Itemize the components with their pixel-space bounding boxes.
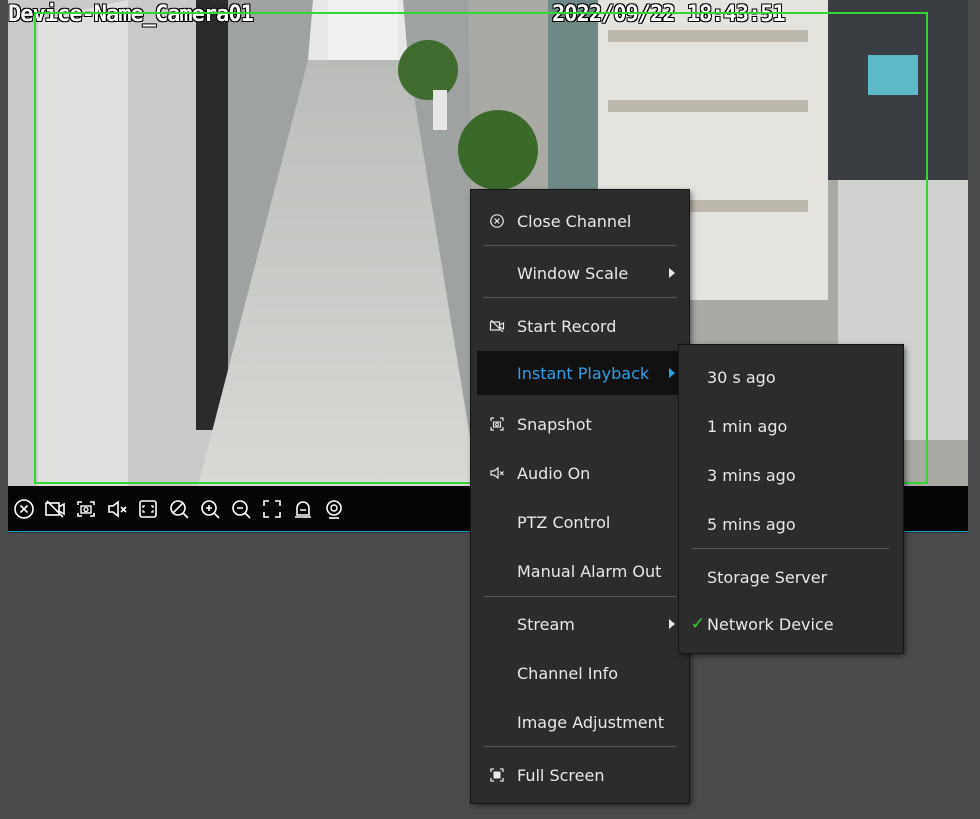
record-icon[interactable] (41, 495, 69, 523)
menu-item-image-adjustment[interactable]: Image Adjustment (477, 700, 683, 744)
menu-item-close-channel[interactable]: Close Channel (477, 199, 683, 243)
submenu-arrow-icon (669, 368, 675, 378)
submenu-item-label: Network Device (707, 614, 834, 634)
submenu-item-5min[interactable]: 5 mins ago (679, 502, 903, 546)
fullscreen-icon (477, 767, 517, 783)
menu-item-channel-info[interactable]: Channel Info (477, 651, 683, 695)
menu-item-label: Instant Playback (517, 363, 650, 383)
record-icon (477, 318, 517, 334)
menu-divider (483, 746, 677, 747)
submenu-item-label: 3 mins ago (707, 465, 796, 485)
menu-item-window-scale[interactable]: Window Scale (477, 251, 683, 295)
audio-mute-icon[interactable] (103, 495, 131, 523)
menu-item-snapshot[interactable]: Snapshot (477, 402, 683, 446)
menu-item-label: Window Scale (517, 263, 629, 283)
audio-mute-icon (477, 465, 517, 481)
menu-item-start-record[interactable]: Start Record (477, 304, 683, 348)
submenu-item-3min[interactable]: 3 mins ago (679, 453, 903, 497)
menu-item-label: Start Record (517, 316, 617, 336)
submenu-item-network-device[interactable]: ✓ Network Device (679, 602, 903, 646)
alarm-out-icon[interactable] (289, 495, 317, 523)
menu-item-label: Stream (517, 614, 575, 634)
menu-divider (483, 596, 677, 597)
menu-divider (483, 245, 677, 246)
menu-item-label: Image Adjustment (517, 712, 665, 732)
close-circle-icon (477, 213, 517, 229)
instant-playback-submenu: 30 s ago 1 min ago 3 mins ago 5 mins ago… (679, 345, 903, 653)
menu-item-label: Manual Alarm Out (517, 561, 662, 581)
submenu-item-label: 30 s ago (707, 367, 776, 387)
submenu-item-label: 1 min ago (707, 416, 788, 436)
menu-item-stream[interactable]: Stream (477, 602, 683, 646)
submenu-item-30s[interactable]: 30 s ago (679, 355, 903, 399)
zoom-region-icon[interactable] (134, 495, 162, 523)
privacy-icon[interactable] (165, 495, 193, 523)
checkmark-icon: ✓ (690, 614, 705, 634)
zoom-out-icon[interactable] (227, 495, 255, 523)
menu-divider (483, 297, 677, 298)
submenu-arrow-icon (669, 619, 675, 629)
submenu-arrow-icon (669, 268, 675, 278)
zoom-in-icon[interactable] (196, 495, 224, 523)
submenu-item-label: Storage Server (707, 567, 828, 587)
menu-item-label: Channel Info (517, 663, 619, 683)
menu-item-full-screen[interactable]: Full Screen (477, 753, 683, 797)
submenu-item-label: 5 mins ago (707, 514, 796, 534)
menu-item-label: PTZ Control (517, 512, 611, 532)
submenu-item-storage-server[interactable]: Storage Server (679, 555, 903, 599)
channel-context-menu: Close Channel Window Scale Start Record … (471, 190, 689, 803)
menu-item-manual-alarm-out[interactable]: Manual Alarm Out (477, 549, 683, 593)
menu-item-label: Full Screen (517, 765, 605, 785)
menu-item-instant-playback[interactable]: Instant Playback (477, 351, 683, 395)
menu-divider (691, 548, 889, 549)
menu-item-label: Audio On (517, 463, 591, 483)
submenu-item-1min[interactable]: 1 min ago (679, 404, 903, 448)
close-channel-icon[interactable] (10, 495, 38, 523)
menu-item-ptz-control[interactable]: PTZ Control (477, 500, 683, 544)
snapshot-icon (477, 416, 517, 432)
fullscreen-icon[interactable] (258, 495, 286, 523)
menu-item-label: Snapshot (517, 414, 592, 434)
ptz-icon[interactable] (320, 495, 348, 523)
menu-item-audio-on[interactable]: Audio On (477, 451, 683, 495)
snapshot-icon[interactable] (72, 495, 100, 523)
menu-item-label: Close Channel (517, 211, 632, 231)
